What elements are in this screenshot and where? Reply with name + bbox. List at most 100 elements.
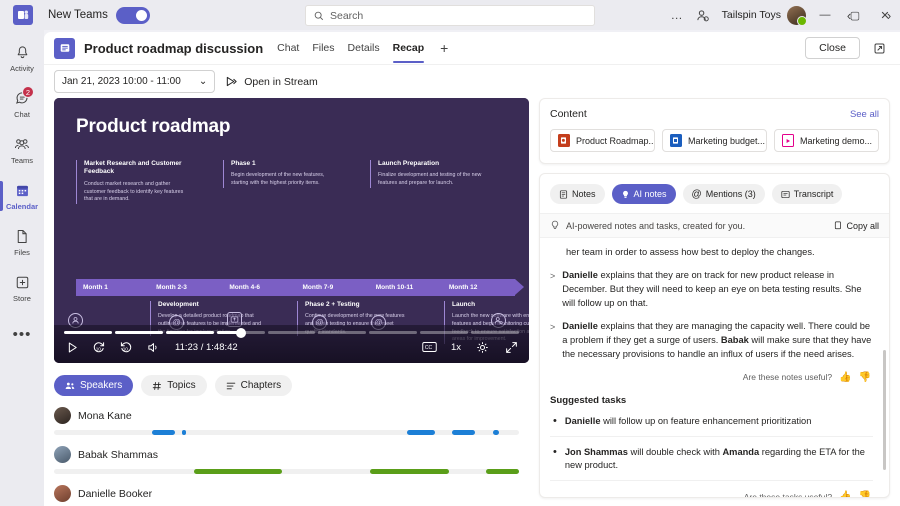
tab-notes[interactable]: Notes xyxy=(550,184,605,204)
seek-segment[interactable] xyxy=(471,331,519,334)
open-in-stream-button[interactable]: Open in Stream xyxy=(225,75,318,88)
task-item: • Jon Shammas will double check with Ama… xyxy=(550,446,873,474)
copy-all-button[interactable]: Copy all xyxy=(833,221,879,231)
teams-logo-icon xyxy=(13,5,33,25)
sidebar-item-teams[interactable]: Teams xyxy=(0,128,44,172)
sidebar-item-store[interactable]: Store xyxy=(0,266,44,310)
teams-icon xyxy=(14,135,30,154)
seek-segment[interactable] xyxy=(318,331,366,334)
chevron-right-icon[interactable]: > xyxy=(550,269,555,311)
seek-segment[interactable] xyxy=(369,331,417,334)
tab-mentions[interactable]: @ Mentions (3) xyxy=(683,184,765,204)
see-all-link[interactable]: See all xyxy=(850,109,879,120)
speech-segment[interactable] xyxy=(407,430,435,435)
close-button[interactable]: Close xyxy=(805,37,860,59)
speaker-timeline[interactable] xyxy=(54,430,519,435)
seek-handle[interactable] xyxy=(236,328,246,338)
copy-all-label: Copy all xyxy=(846,221,879,231)
tab-recap[interactable]: Recap xyxy=(393,32,425,65)
speech-segment[interactable] xyxy=(452,430,475,435)
more-options-icon[interactable]: … xyxy=(664,0,690,30)
tab-chat[interactable]: Chat xyxy=(277,32,299,65)
tab-transcript[interactable]: Transcript xyxy=(772,184,843,204)
seek-segment[interactable] xyxy=(64,331,112,334)
month-label: Month 2-3 xyxy=(149,284,222,291)
sidebar-item-more[interactable]: ••• xyxy=(0,312,44,356)
speech-segment[interactable] xyxy=(152,430,175,435)
sidebar-label-calendar: Calendar xyxy=(6,202,38,211)
ai-notes-banner: AI-powered notes and tasks, created for … xyxy=(540,213,889,238)
video-icon xyxy=(782,134,794,147)
seek-bar[interactable] xyxy=(64,325,519,334)
playback-speed-button[interactable]: 1x xyxy=(451,342,461,353)
sidebar-item-files[interactable]: Files xyxy=(0,220,44,264)
file-chip-office-doc[interactable]: Marketing budget... xyxy=(662,129,767,152)
gear-icon[interactable] xyxy=(474,339,490,355)
speaker-timeline[interactable] xyxy=(54,469,519,474)
list-icon xyxy=(226,381,236,391)
play-icon[interactable] xyxy=(64,339,80,355)
thumbs-down-icon[interactable]: 👎 xyxy=(859,491,871,497)
maximize-button[interactable]: ▢ xyxy=(840,0,870,30)
speech-segment[interactable] xyxy=(194,469,282,474)
meeting-video-player[interactable]: Product roadmap Market Research and Cust… xyxy=(54,98,529,363)
task-body: Danielle will follow up on feature enhan… xyxy=(565,415,812,429)
pill-speakers[interactable]: Speakers xyxy=(54,375,133,396)
speaker-row: Danielle Booker xyxy=(54,485,529,506)
notes-scrollbar[interactable] xyxy=(883,350,886,470)
person-add-icon[interactable] xyxy=(690,0,716,30)
file-chip-powerpoint[interactable]: Product Roadmap... xyxy=(550,129,655,152)
pill-topics[interactable]: Topics xyxy=(141,375,206,396)
org-name-label[interactable]: Tailspin Toys xyxy=(716,9,787,21)
speech-segment[interactable] xyxy=(493,430,499,435)
forward-10-icon[interactable]: 10 xyxy=(118,339,134,355)
speech-segment[interactable] xyxy=(182,430,186,435)
note-icon xyxy=(559,190,568,199)
sidebar-label-teams: Teams xyxy=(11,156,33,165)
sidebar-item-chat[interactable]: 2 Chat xyxy=(0,82,44,126)
seek-segment[interactable] xyxy=(166,331,214,334)
sidebar-item-activity[interactable]: Activity xyxy=(0,36,44,80)
rewind-10-icon[interactable]: 10 xyxy=(91,339,107,355)
add-tab-button[interactable]: + xyxy=(440,40,448,56)
sidebar-label-activity: Activity xyxy=(10,64,34,73)
thumbs-up-icon[interactable]: 👍 xyxy=(839,372,851,383)
sidebar-item-calendar[interactable]: Calendar xyxy=(0,174,44,218)
avatar xyxy=(54,407,71,424)
seek-segment[interactable] xyxy=(268,331,316,334)
note-speaker: Danielle xyxy=(562,321,598,331)
hash-icon xyxy=(152,381,162,391)
pill-chapters[interactable]: Chapters xyxy=(215,375,293,396)
thumbs-up-icon[interactable]: 👍 xyxy=(839,491,851,497)
volume-icon[interactable] xyxy=(145,339,161,355)
open-in-new-window-icon[interactable] xyxy=(868,37,890,59)
minimize-button[interactable]: — xyxy=(810,0,840,30)
tab-ai-notes[interactable]: AI notes xyxy=(612,184,676,204)
tab-files[interactable]: Files xyxy=(312,32,334,65)
closed-captions-icon[interactable]: CC xyxy=(422,339,438,355)
chevron-right-icon[interactable]: > xyxy=(550,320,555,362)
ai-note-item: > Danielle explains that they are managi… xyxy=(550,320,873,362)
speech-segment[interactable] xyxy=(370,469,449,474)
notes-scroll-area[interactable]: her team in order to assess how best to … xyxy=(540,238,889,497)
office-doc-icon xyxy=(670,134,682,147)
task-text: will double check with xyxy=(628,447,723,457)
file-chip-video[interactable]: Marketing demo... xyxy=(774,129,879,152)
speech-segment[interactable] xyxy=(486,469,519,474)
user-avatar[interactable] xyxy=(787,6,806,25)
new-teams-toggle[interactable] xyxy=(116,7,150,24)
seek-segment[interactable] xyxy=(420,331,468,334)
fullscreen-icon[interactable] xyxy=(503,339,519,355)
window-close-button[interactable]: ✕ xyxy=(870,0,900,30)
milestone-heading: Launch xyxy=(452,301,529,309)
meeting-date-select[interactable]: Jan 21, 2023 10:00 - 11:00 ⌄ xyxy=(54,70,215,93)
bullet-icon: • xyxy=(553,415,557,429)
notes-feedback-label: Are these notes useful? xyxy=(743,372,832,382)
task-subject: Danielle xyxy=(565,416,601,426)
task-item: • Danielle will follow up on feature enh… xyxy=(550,415,873,429)
seek-segment-current[interactable] xyxy=(217,331,265,334)
search-input[interactable]: Search xyxy=(305,5,595,26)
thumbs-down-icon[interactable]: 👎 xyxy=(859,372,871,383)
seek-segment[interactable] xyxy=(115,331,163,334)
tab-details[interactable]: Details xyxy=(348,32,380,65)
